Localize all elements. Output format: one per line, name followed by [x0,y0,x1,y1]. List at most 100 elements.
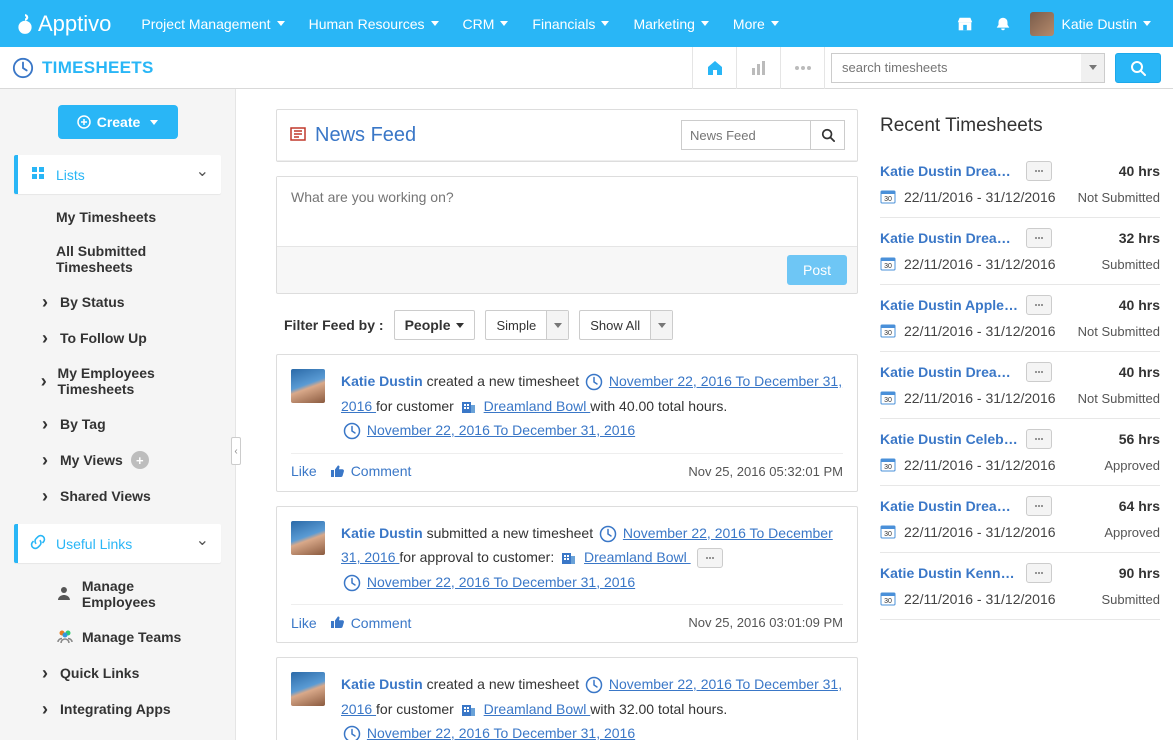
more-icon[interactable] [1026,496,1052,516]
chevron-right-icon [36,293,54,311]
customer-link[interactable]: Dreamland Bowl [484,701,591,717]
timesheet-period-link[interactable]: November 22, 2016 To December 31, 2016 [367,725,635,740]
app-title[interactable]: TIMESHEETS [12,57,154,79]
more-icon[interactable] [1026,563,1052,583]
search-dropdown[interactable] [1081,53,1105,83]
recent-timesheet-link[interactable]: Katie Dustin Dreamla... [880,498,1020,514]
newsfeed-search-button[interactable] [811,120,845,150]
date-range: 22/11/2016 - 31/12/2016 [904,323,1056,339]
recent-timesheet-row: Katie Dustin Celebrati... 56 hrs 22/11/2… [880,419,1160,486]
chevron-down-icon [196,166,209,183]
calendar-icon [880,390,896,406]
nav-item[interactable]: Human Resources [297,0,451,47]
sidebar-section-useful-links[interactable]: Useful Links [14,524,221,563]
customer-link[interactable]: Dreamland Bowl [484,398,591,414]
app-store-icon[interactable] [946,0,984,47]
link-icon [30,534,46,553]
hours-value: 40 hrs [1119,297,1160,313]
sidebar-item[interactable]: My Employees Timesheets [14,356,221,406]
sidebar-item[interactable]: Manage Teams [14,619,221,655]
more-icon[interactable] [1026,429,1052,449]
recent-timesheet-link[interactable]: Katie Dustin Kennedy... [880,565,1020,581]
newsfeed-search-input[interactable] [681,120,811,150]
thumb-up-icon[interactable] [329,613,345,632]
like-button[interactable]: Like [291,463,317,479]
sidebar-item[interactable]: By Status [14,284,221,320]
date-range: 22/11/2016 - 31/12/2016 [904,256,1056,272]
nav-item[interactable]: Marketing [621,0,720,47]
nav-item[interactable]: Financials [520,0,621,47]
calendar-icon [880,189,896,205]
feed-item: Katie Dustin created a new timesheet Nov… [276,657,858,740]
sidebar: Create Lists My TimesheetsAll Submitted … [0,89,236,740]
like-button[interactable]: Like [291,615,317,631]
chevron-down-icon [500,21,508,26]
newsfeed-panel: News Feed [276,109,858,162]
author-link[interactable]: Katie Dustin [341,525,423,541]
calendar-icon [880,591,896,607]
recent-timesheet-link[interactable]: Katie Dustin Dreamla... [880,364,1020,380]
comment-button[interactable]: Comment [351,463,412,479]
more-icon[interactable] [1026,161,1052,181]
more-icon[interactable] [1026,295,1052,315]
recent-timesheet-link[interactable]: Katie Dustin Dreamla... [880,230,1020,246]
sidebar-item[interactable]: Related Help Links [14,727,221,740]
timesheet-period-link[interactable]: November 22, 2016 To December 31, 2016 [367,574,635,590]
sidebar-item[interactable]: Integrating Apps [14,691,221,727]
tab-reports[interactable] [737,47,781,89]
status-label: Approved [1104,458,1160,473]
building-icon [460,399,476,415]
post-button[interactable]: Post [787,255,847,285]
create-button[interactable]: Create [58,105,178,139]
sidebar-item[interactable]: Shared Views [14,478,221,514]
chevron-down-icon [701,21,709,26]
sidebar-item[interactable]: My Timesheets [14,200,221,234]
tab-more[interactable] [781,47,825,89]
nav-item[interactable]: Project Management [129,0,296,47]
more-icon[interactable] [697,548,723,568]
date-range: 22/11/2016 - 31/12/2016 [904,189,1056,205]
recent-timesheet-link[interactable]: Katie Dustin Apple C... [880,297,1020,313]
filter-showall-dropdown[interactable]: Show All [579,310,673,340]
nav-item[interactable]: CRM [451,0,521,47]
thumb-up-icon[interactable] [329,462,345,481]
feed-timestamp: Nov 25, 2016 05:32:01 PM [688,464,843,479]
more-icon[interactable] [1026,362,1052,382]
sidebar-item[interactable]: By Tag [14,406,221,442]
author-link[interactable]: Katie Dustin [341,676,423,692]
feed-item: Katie Dustin created a new timesheet Nov… [276,354,858,492]
recent-timesheet-link[interactable]: Katie Dustin Dreamla... [880,163,1020,179]
filter-people-dropdown[interactable]: People [394,310,476,340]
recent-timesheet-row: Katie Dustin Dreamla... 40 hrs 22/11/201… [880,352,1160,419]
sidebar-item[interactable]: All Submitted Timesheets [14,234,221,284]
sidebar-item[interactable]: To Follow Up [14,320,221,356]
date-range: 22/11/2016 - 31/12/2016 [904,390,1056,406]
author-link[interactable]: Katie Dustin [341,373,423,389]
nav-item[interactable]: More [721,0,791,47]
filter-simple-dropdown[interactable]: Simple [485,310,569,340]
sidebar-collapse-handle[interactable]: ‹ [231,437,241,465]
comment-button[interactable]: Comment [351,615,412,631]
avatar [291,672,325,706]
search-button[interactable] [1115,53,1161,83]
brand-logo[interactable]: Apptivo [14,11,111,37]
chevron-down-icon [1143,21,1151,26]
calendar-icon [880,457,896,473]
recent-timesheet-link[interactable]: Katie Dustin Celebrati... [880,431,1020,447]
chevron-down-icon [771,21,779,26]
search-input[interactable] [831,53,1081,83]
customer-link[interactable]: Dreamland Bowl [584,549,691,565]
more-icon[interactable] [1026,228,1052,248]
sidebar-item[interactable]: My Views+ [14,442,221,478]
composer-input[interactable] [277,177,857,247]
sidebar-item[interactable]: Manage Employees [14,569,221,619]
hours-value: 56 hrs [1119,431,1160,447]
recent-timesheet-row: Katie Dustin Kennedy... 90 hrs 22/11/201… [880,553,1160,620]
notifications-icon[interactable] [984,0,1022,47]
sidebar-item[interactable]: Quick Links [14,655,221,691]
sidebar-section-lists[interactable]: Lists [14,155,221,194]
add-view-icon[interactable]: + [131,451,149,469]
timesheet-period-link[interactable]: November 22, 2016 To December 31, 2016 [367,422,635,438]
user-menu[interactable]: Katie Dustin [1022,0,1159,47]
tab-home[interactable] [693,47,737,89]
